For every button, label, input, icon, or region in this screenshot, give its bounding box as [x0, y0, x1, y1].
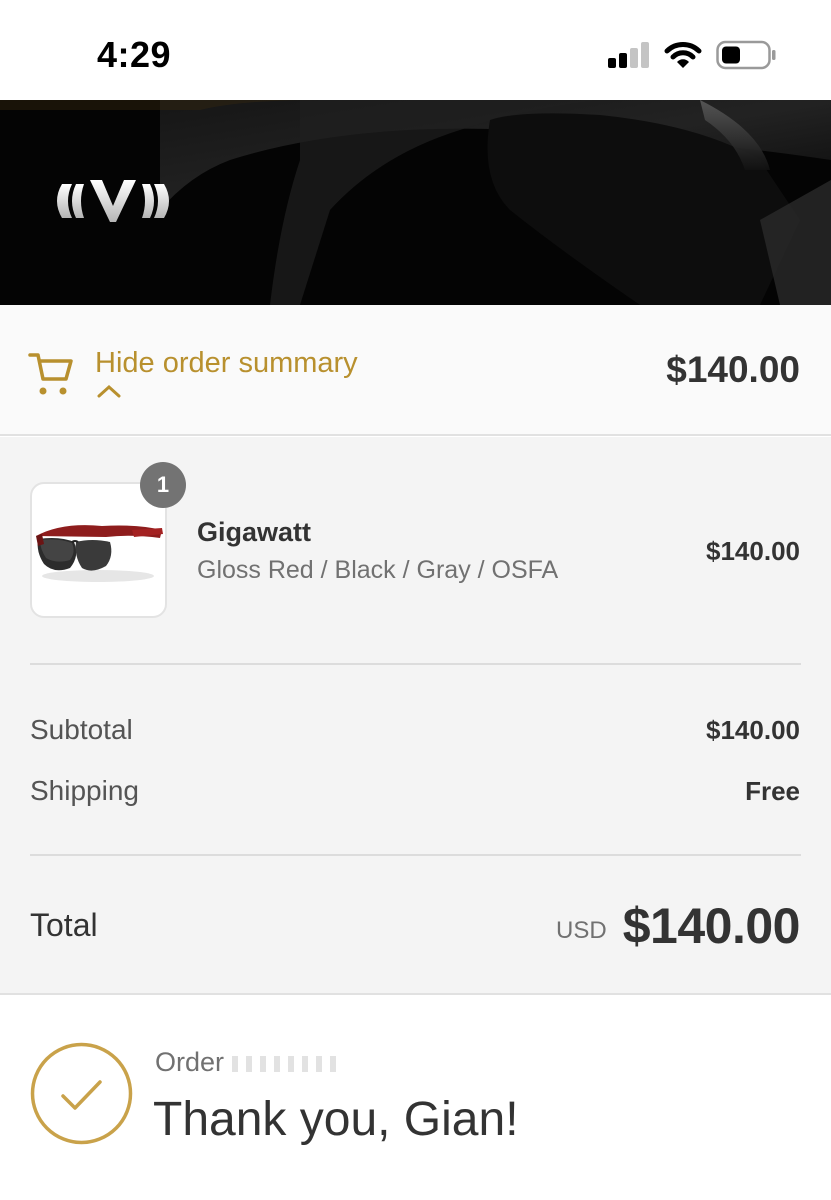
brand-logo — [57, 180, 169, 222]
status-time: 4:29 — [97, 34, 172, 75]
check-circle-icon — [30, 1042, 133, 1145]
product-price: $140.00 — [706, 536, 800, 566]
cart-icon — [28, 353, 73, 395]
shipping-value: Free — [745, 776, 800, 806]
order-summary-toggle[interactable]: Hide order summary $140.00 — [0, 305, 831, 436]
subtotal-value: $140.00 — [706, 715, 800, 745]
shipping-label: Shipping — [30, 775, 139, 806]
header-banner — [0, 100, 831, 305]
chevron-up-icon — [97, 384, 121, 398]
total-value: $140.00 — [622, 898, 801, 954]
subtotal-label: Subtotal — [30, 714, 133, 745]
total-currency: USD — [556, 917, 607, 944]
cellular-signal-icon — [608, 42, 650, 68]
order-number-redacted — [232, 1055, 343, 1072]
thank-you-title: Thank you, Gian! — [153, 1093, 519, 1146]
hide-order-summary-link[interactable]: Hide order summary — [95, 347, 358, 380]
red-sunglasses-image — [36, 525, 163, 582]
quantity-badge: 1 — [140, 462, 186, 508]
product-thumbnail — [30, 482, 167, 618]
product-name: Gigawatt — [197, 517, 312, 547]
total-label: Total — [30, 907, 98, 943]
product-variant: Gloss Red / Black / Gray / OSFA — [197, 556, 559, 584]
order-summary-panel: 1 Gigawatt Gloss Red / Black / Gray / OS… — [0, 437, 831, 995]
summary-toggle-total: $140.00 — [666, 349, 800, 390]
divider — [30, 663, 801, 665]
divider — [30, 854, 801, 856]
battery-icon — [716, 40, 776, 70]
order-confirmation: Order Thank you, Gian! — [0, 997, 831, 1200]
order-label-text: Order — [155, 1047, 225, 1077]
status-bar: 4:29 — [0, 0, 831, 100]
order-number-label: Order — [155, 1047, 343, 1078]
wifi-icon — [664, 42, 702, 68]
